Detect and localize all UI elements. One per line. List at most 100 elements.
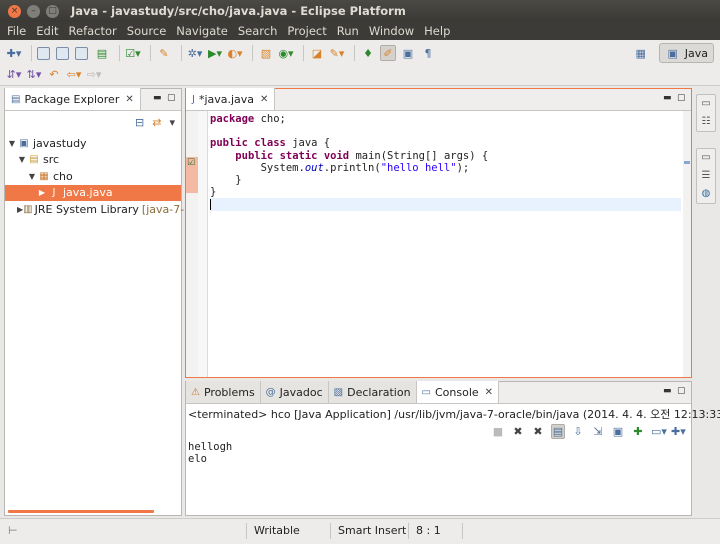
tab-console[interactable]: ▭ Console ✕	[416, 381, 500, 403]
build-icon[interactable]: ▤	[94, 45, 110, 61]
tab-javadoc[interactable]: @ Javadoc	[260, 381, 329, 403]
tab-java-java[interactable]: J *java.java ✕	[186, 88, 276, 110]
close-icon[interactable]: ✕	[260, 94, 268, 105]
open-perspective-icon[interactable]: ▦	[633, 45, 649, 61]
tab-problems[interactable]: ⚠ Problems	[186, 381, 261, 403]
window-minimize-button[interactable]: –	[27, 4, 40, 18]
save-icon[interactable]	[37, 46, 50, 60]
maximize-view-icon[interactable]: ▢	[167, 93, 177, 103]
console-icon: ▭	[421, 386, 431, 398]
scroll-lock-icon[interactable]: ⇩	[571, 425, 585, 438]
console-view: ⚠ Problems @ Javadoc ▧ Declaration ▭ Con…	[185, 381, 720, 516]
tree-item-java-file[interactable]: ▶ J java.java	[5, 184, 181, 201]
outline-icon[interactable]: ☷	[697, 113, 715, 131]
annotation-ruler[interactable]: ☑ ⊖	[186, 111, 207, 377]
minimize-view-icon[interactable]: ▬	[663, 93, 673, 103]
minimize-view-icon[interactable]: ▬	[153, 93, 163, 103]
remove-launch-icon[interactable]: ✖	[511, 425, 525, 438]
close-icon[interactable]: ✕	[125, 94, 133, 105]
clear-console-icon[interactable]: ▤	[551, 423, 565, 439]
tree-item-project[interactable]: ▼ ▣ javastudy	[5, 135, 181, 152]
window-maximize-button[interactable]: □	[46, 4, 59, 18]
view-menu-icon[interactable]: ▾	[169, 116, 175, 129]
menu-search[interactable]: Search	[233, 24, 283, 38]
print-icon[interactable]	[75, 46, 88, 60]
next-annotation-icon[interactable]: ⇵▾	[6, 66, 22, 82]
task-list-icon[interactable]: ☰	[697, 167, 715, 185]
status-trim-icon[interactable]: ⊢	[8, 524, 18, 537]
menu-refactor[interactable]: Refactor	[64, 24, 122, 38]
restore-icon[interactable]: ▭	[697, 95, 715, 113]
code-line[interactable]: }	[210, 174, 681, 186]
minimize-view-icon[interactable]: ▬	[663, 386, 673, 396]
menu-file[interactable]: File	[2, 24, 31, 38]
overview-ruler[interactable]	[683, 111, 691, 377]
back-icon[interactable]: ⇦▾	[66, 66, 82, 82]
mark-occurrences-icon[interactable]: ✐	[380, 45, 396, 61]
maximize-view-icon[interactable]: ▢	[677, 93, 687, 103]
tab-package-explorer[interactable]: ▤ Package Explorer ✕	[5, 88, 141, 110]
code-line[interactable]: package cho;	[210, 113, 681, 125]
menu-run[interactable]: Run	[332, 24, 364, 38]
globe-icon[interactable]: ◍	[697, 185, 715, 203]
expand-arrow-icon[interactable]: ▼	[7, 139, 17, 148]
package-tree: ▼ ▣ javastudy ▼ ▤ src ▼ ▦ cho ▶ J java.j…	[5, 135, 208, 218]
terminate-icon[interactable]: ■	[491, 425, 505, 438]
menu-project[interactable]: Project	[282, 24, 331, 38]
previous-annotation-icon[interactable]: ⇅▾	[26, 66, 42, 82]
toggle-breadcrumb-icon[interactable]: ♦	[360, 45, 376, 61]
new-class-icon[interactable]: ◉▾	[278, 45, 294, 61]
code-line[interactable]: }	[210, 186, 681, 198]
code-line[interactable]	[210, 125, 681, 137]
new-icon[interactable]: ✚▾	[6, 45, 22, 61]
code-line[interactable]: public class java {	[210, 137, 681, 149]
debug-icon[interactable]: ✲▾	[187, 45, 203, 61]
expand-arrow-icon[interactable]: ▼	[27, 172, 37, 181]
code-line[interactable]	[210, 198, 681, 211]
show-on-output-icon[interactable]: ▣	[611, 425, 625, 438]
run-icon[interactable]: ▶▾	[207, 45, 223, 61]
link-with-editor-icon[interactable]: ⇄	[152, 116, 161, 129]
remove-all-launches-icon[interactable]: ✖	[531, 425, 545, 438]
block-selection-icon[interactable]: ▣	[400, 45, 416, 61]
code-line[interactable]: System.out.println("hello hell");	[210, 162, 681, 174]
word-wrap-icon[interactable]: ⇲	[591, 425, 605, 438]
window-close-button[interactable]: ×	[8, 4, 21, 18]
restore-icon[interactable]: ▭	[697, 149, 715, 167]
code-area[interactable]: package cho; public class java { public s…	[210, 113, 681, 211]
last-edit-location-icon[interactable]: ↶	[46, 66, 62, 82]
collapse-all-icon[interactable]: ⊟	[135, 116, 144, 129]
search-icon[interactable]: ✎▾	[329, 45, 345, 61]
task-icon[interactable]: ☑▾	[125, 45, 141, 61]
tab-declaration[interactable]: ▧ Declaration	[328, 381, 417, 403]
open-console-icon[interactable]: ✚▾	[671, 425, 686, 438]
show-whitespace-icon[interactable]: ¶	[420, 45, 436, 61]
tree-item-jre-library[interactable]: ▶ ▥ JRE System Library [java-7-orac	[5, 201, 208, 218]
menu-window[interactable]: Window	[364, 24, 419, 38]
menu-navigate[interactable]: Navigate	[171, 24, 233, 38]
code-token: main(String[] args) {	[349, 149, 489, 162]
main-toolbar: ✚▾ ▤ ☑▾ ✎ ✲▾ ▶▾ ◐▾ ▧ ◉▾ ◪ ✎▾ ♦ ✐ ▣ ¶ ⇵▾ …	[0, 40, 720, 86]
new-java-project-icon[interactable]: ▧	[258, 45, 274, 61]
external-tools-icon[interactable]: ✎	[156, 45, 172, 61]
tree-item-src[interactable]: ▼ ▤ src	[5, 152, 181, 169]
expand-arrow-icon[interactable]: ▼	[17, 155, 27, 164]
pin-console-icon[interactable]: ✚	[631, 425, 645, 438]
horizontal-scrollbar[interactable]	[8, 510, 154, 513]
coverage-icon[interactable]: ◐▾	[227, 45, 243, 61]
console-output[interactable]: hellogh elo	[188, 441, 232, 465]
save-all-icon[interactable]	[56, 46, 69, 60]
menu-edit[interactable]: Edit	[31, 24, 63, 38]
open-type-icon[interactable]: ◪	[309, 45, 325, 61]
tree-item-package[interactable]: ▼ ▦ cho	[5, 168, 181, 185]
java-perspective-button[interactable]: ▣ Java	[658, 43, 714, 63]
maximize-view-icon[interactable]: ▢	[677, 386, 687, 396]
close-icon[interactable]: ✕	[485, 387, 493, 398]
expand-arrow-icon[interactable]: ▶	[37, 188, 47, 197]
menu-source[interactable]: Source	[122, 24, 172, 38]
menu-help[interactable]: Help	[419, 24, 455, 38]
status-insert-mode: Smart Insert	[338, 524, 407, 537]
display-console-icon[interactable]: ▭▾	[651, 425, 667, 438]
forward-icon[interactable]: ⇨▾	[86, 66, 102, 82]
code-line[interactable]: public static void main(String[] args) {	[210, 150, 681, 162]
